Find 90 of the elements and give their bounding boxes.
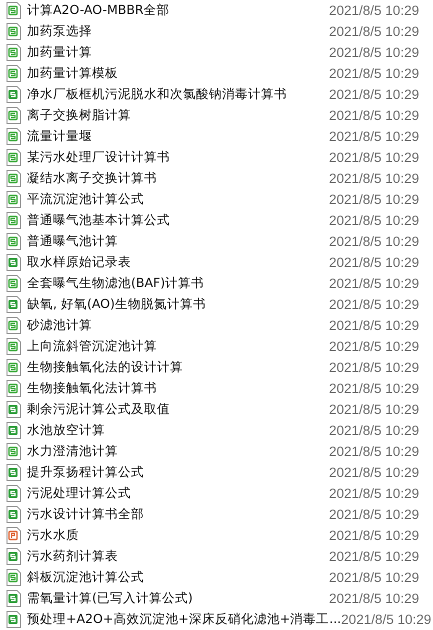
file-name[interactable]: 污水药剂计算表 (27, 548, 329, 565)
modified-date: 2021/8/5 10:29 (329, 255, 420, 270)
modified-date: 2021/8/5 10:29 (329, 213, 420, 228)
modified-date: 2021/8/5 10:29 (329, 465, 420, 480)
spreadsheet-file-icon (6, 191, 21, 208)
spreadsheet-file-icon (6, 569, 21, 586)
spreadsheet-file-icon (6, 65, 21, 82)
file-name[interactable]: 全套曝气生物滤池(BAF)计算书 (27, 275, 329, 292)
spreadsheet-file-icon (6, 212, 21, 229)
spreadsheet-file-icon (6, 485, 21, 502)
spreadsheet-file-icon (6, 170, 21, 187)
file-name[interactable]: 提升泵扬程计算公式 (27, 464, 329, 481)
modified-date: 2021/8/5 10:29 (329, 276, 420, 291)
modified-date: 2021/8/5 10:29 (329, 66, 420, 81)
file-name[interactable]: 剩余污泥计算公式及取值 (27, 401, 329, 418)
spreadsheet-file-icon (6, 443, 21, 460)
modified-date: 2021/8/5 10:29 (329, 129, 420, 144)
file-name[interactable]: 水力澄清池计算 (27, 443, 329, 460)
file-name[interactable]: 加药泵选择 (27, 23, 329, 40)
spreadsheet-file-icon (6, 44, 21, 61)
file-name[interactable]: 平流沉淀池计算公式 (27, 191, 329, 208)
modified-date: 2021/8/5 10:29 (341, 612, 432, 627)
spreadsheet-file-icon (6, 149, 21, 166)
spreadsheet-file-icon (6, 128, 21, 145)
file-name[interactable]: 某污水处理厂设计计算书 (27, 149, 329, 166)
file-name[interactable]: 缺氧, 好氧(AO)生物脱氮计算书 (27, 296, 329, 313)
file-name[interactable]: 离子交换树脂计算 (27, 107, 329, 124)
file-name[interactable]: 预处理+A2O+高效沉淀池+深床反硝化滤池+消毒工... (27, 611, 342, 628)
file-name[interactable]: 取水样原始记录表 (27, 254, 329, 271)
file-name[interactable]: 需氧量计算(已写入计算公式) (27, 590, 329, 607)
file-name[interactable]: 污水水质 (27, 527, 329, 544)
modified-date: 2021/8/5 10:29 (329, 486, 420, 501)
modified-date: 2021/8/5 10:29 (329, 150, 420, 165)
file-name[interactable]: 普通曝气池计算 (27, 233, 329, 250)
file-name[interactable]: 凝结水离子交换计算书 (27, 170, 329, 187)
modified-date: 2021/8/5 10:29 (329, 381, 420, 396)
spreadsheet-file-icon (6, 464, 21, 481)
file-name[interactable]: 普通曝气池基本计算公式 (27, 212, 329, 229)
modified-date: 2021/8/5 10:29 (329, 24, 420, 39)
file-name[interactable]: 斜板沉淀池计算公式 (27, 569, 329, 586)
modified-date: 2021/8/5 10:29 (329, 234, 420, 249)
modified-date: 2021/8/5 10:29 (329, 570, 420, 585)
spreadsheet-file-icon (6, 23, 21, 40)
spreadsheet-file-icon (6, 359, 21, 376)
spreadsheet-file-icon (6, 338, 21, 355)
file-name[interactable]: 加药量计算 (27, 44, 329, 61)
spreadsheet-file-icon (6, 296, 21, 313)
file-name[interactable]: 计算A2O-AO-MBBR全部 (27, 2, 329, 19)
spreadsheet-file-icon (6, 233, 21, 250)
modified-date: 2021/8/5 10:29 (329, 3, 420, 18)
spreadsheet-file-icon (6, 380, 21, 397)
file-name[interactable]: 流量计量堰 (27, 128, 329, 145)
spreadsheet-file-icon (6, 254, 21, 271)
spreadsheet-file-icon (6, 401, 21, 418)
modified-date: 2021/8/5 10:29 (329, 591, 420, 606)
file-name[interactable]: 净水厂板框机污泥脱水和次氯酸钠消毒计算书 (27, 86, 329, 103)
spreadsheet-file-icon (6, 611, 21, 628)
spreadsheet-file-icon (6, 422, 21, 439)
modified-date: 2021/8/5 10:29 (329, 192, 420, 207)
modified-date: 2021/8/5 10:29 (329, 45, 420, 60)
spreadsheet-file-icon (6, 275, 21, 292)
file-name[interactable]: 生物接触氧化法的设计计算 (27, 359, 329, 376)
spreadsheet-file-icon (6, 317, 21, 334)
modified-date: 2021/8/5 10:29 (329, 318, 420, 333)
spreadsheet-file-icon (6, 2, 21, 19)
modified-date: 2021/8/5 10:29 (329, 360, 420, 375)
file-name[interactable]: 生物接触氧化法计算书 (27, 380, 329, 397)
modified-date: 2021/8/5 10:29 (329, 507, 420, 522)
modified-date: 2021/8/5 10:29 (329, 444, 420, 459)
spreadsheet-file-icon (6, 86, 21, 103)
file-name[interactable]: 上向流斜管沉淀池计算 (27, 338, 329, 355)
file-name[interactable]: 污泥处理计算公式 (27, 485, 329, 502)
modified-date: 2021/8/5 10:29 (329, 87, 420, 102)
spreadsheet-file-icon (6, 506, 21, 523)
modified-date: 2021/8/5 10:29 (329, 549, 420, 564)
file-name[interactable]: 污水设计计算书全部 (27, 506, 329, 523)
modified-date: 2021/8/5 10:29 (329, 297, 420, 312)
modified-date: 2021/8/5 10:29 (329, 171, 420, 186)
modified-date: 2021/8/5 10:29 (329, 528, 420, 543)
file-name[interactable]: 砂滤池计算 (27, 317, 329, 334)
presentation-file-icon (6, 527, 21, 544)
spreadsheet-file-icon (6, 548, 21, 565)
spreadsheet-file-icon (6, 590, 21, 607)
spreadsheet-file-icon (6, 107, 21, 124)
modified-date: 2021/8/5 10:29 (329, 339, 420, 354)
modified-date: 2021/8/5 10:29 (329, 402, 420, 417)
modified-date: 2021/8/5 10:29 (329, 423, 420, 438)
file-name[interactable]: 加药量计算模板 (27, 65, 329, 82)
file-name[interactable]: 水池放空计算 (27, 422, 329, 439)
modified-date: 2021/8/5 10:29 (329, 108, 420, 123)
